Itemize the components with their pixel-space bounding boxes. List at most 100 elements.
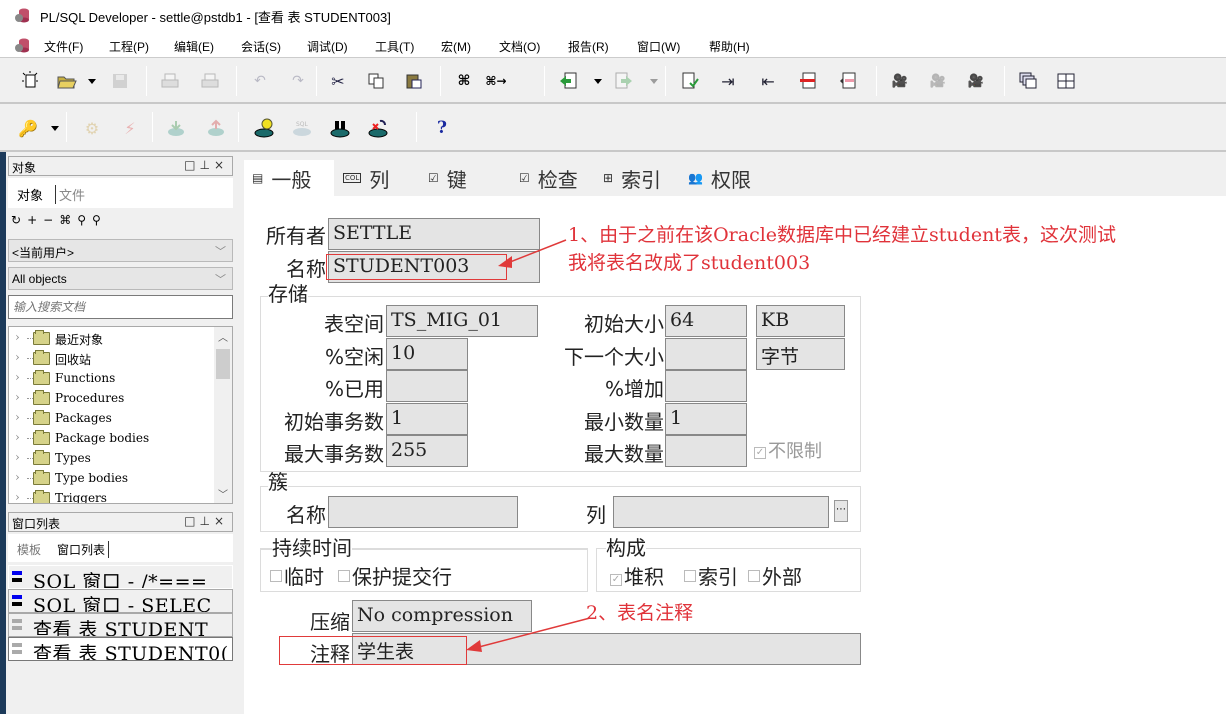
cluster-name-field[interactable] [328, 496, 518, 528]
save-as-dropdown-caret[interactable] [650, 79, 658, 84]
tab-objects[interactable]: 对象 [17, 185, 43, 204]
pct-used-field[interactable] [386, 370, 468, 402]
tab-columns[interactable]: COL 列 [335, 160, 419, 196]
open-dropdown-caret[interactable] [88, 79, 96, 84]
menu-help[interactable]: 帮助(H) [709, 38, 750, 55]
next-field[interactable] [665, 338, 747, 370]
menu-window[interactable]: 窗口(W) [637, 38, 680, 55]
tree-item[interactable]: › Type bodies [9, 469, 209, 489]
tree-item[interactable]: › Types [9, 449, 209, 469]
find-icon[interactable]: ⌘ [59, 213, 77, 227]
add-icon[interactable]: + [27, 213, 43, 227]
max-trans-field[interactable]: 255 [386, 435, 468, 467]
tile-icon[interactable] [1054, 69, 1078, 93]
next-unit-field[interactable]: 字节 [756, 338, 845, 370]
min-extents-field[interactable]: 1 [665, 403, 747, 435]
window-list-icon[interactable] [1016, 69, 1040, 93]
db-log-on-icon[interactable] [252, 116, 276, 140]
uncomment-icon[interactable] [836, 69, 860, 93]
window-list-item[interactable]: SQL 窗口 - SELEC [8, 589, 233, 613]
help-icon[interactable]: ? [430, 116, 454, 140]
pin-icon[interactable]: ⊥ [199, 514, 213, 528]
float-icon[interactable]: □ [184, 514, 199, 528]
tab-indexes[interactable]: ⊞ 索引 [595, 160, 679, 196]
load-dropdown-caret[interactable] [594, 79, 602, 84]
tab-privileges[interactable]: 👥 权限 [680, 160, 764, 196]
tab-checks[interactable]: ☑ 检查 [511, 160, 595, 196]
db-find-icon[interactable] [328, 116, 352, 140]
filter-edit-icon[interactable]: ⚲ [92, 213, 107, 227]
tree-item[interactable]: › Package bodies [9, 429, 209, 449]
tree-item[interactable]: › 回收站 [9, 349, 209, 369]
menu-file[interactable]: 文件(F) [44, 38, 83, 55]
print-preview-icon[interactable] [198, 69, 222, 93]
tab-templates[interactable]: 模板 [17, 541, 41, 558]
verify-icon[interactable] [678, 69, 702, 93]
menu-macro[interactable]: 宏(M) [441, 38, 471, 55]
menu-session[interactable]: 会话(S) [241, 38, 281, 55]
remove-icon[interactable]: − [43, 213, 59, 227]
rollback-icon[interactable] [204, 116, 228, 140]
tree-item[interactable]: › Packages [9, 409, 209, 429]
comment-icon[interactable] [796, 69, 820, 93]
ini-trans-field[interactable]: 1 [386, 403, 468, 435]
temporary-checkbox[interactable]: 临时 [270, 561, 324, 590]
save-as-icon[interactable] [612, 69, 636, 93]
open-icon[interactable] [55, 69, 79, 93]
play-macro-icon[interactable]: 🎥 [926, 69, 950, 93]
close-icon[interactable]: × [214, 158, 228, 172]
unlimited-checkbox[interactable]: ✓ 不限制 [754, 437, 822, 463]
owner-field[interactable]: SETTLE [328, 218, 540, 250]
db-disconnect-icon[interactable] [366, 116, 390, 140]
copy-icon[interactable] [364, 69, 388, 93]
preserve-rows-checkbox[interactable]: 保护提交行 [338, 561, 452, 590]
tree-scrollbar[interactable]: ︿ ﹀ [214, 327, 232, 503]
initial-field[interactable]: 64 [665, 305, 747, 337]
load-icon[interactable] [556, 69, 580, 93]
paste-icon[interactable] [402, 69, 426, 93]
key-dropdown-caret[interactable] [51, 126, 59, 131]
window-list-item-active[interactable]: 查看 表 STUDENT0( [8, 637, 233, 661]
menu-tools[interactable]: 工具(T) [375, 38, 414, 55]
unindent-icon[interactable]: ⇤ [756, 69, 780, 93]
pct-free-field[interactable]: 10 [386, 338, 468, 370]
print-icon[interactable] [158, 69, 182, 93]
app-menu-icon[interactable] [14, 37, 30, 53]
filter-icon[interactable]: ⚲ [77, 213, 92, 227]
tree-item[interactable]: › Triggers [9, 489, 209, 503]
object-type-dropdown[interactable]: All objects ﹀ [8, 267, 233, 290]
tree-item[interactable]: › 最近对象 [9, 329, 209, 349]
key-icon[interactable]: 🔑 [16, 116, 40, 140]
cluster-columns-browse-button[interactable]: ⋯ [834, 500, 848, 522]
heap-checkbox[interactable]: ✓ 堆积 [610, 561, 664, 590]
external-checkbox[interactable]: 外部 [748, 561, 802, 590]
sql-trace-icon[interactable]: SQL [290, 116, 314, 140]
tree-item[interactable]: › Functions [9, 369, 209, 389]
find-next-icon[interactable]: ⌘→ [484, 69, 508, 93]
search-input[interactable] [9, 296, 232, 318]
max-extents-field[interactable] [665, 435, 747, 467]
pct-increase-field[interactable] [665, 370, 747, 402]
break-icon[interactable]: ⚡ [118, 116, 142, 140]
cut-icon[interactable]: ✂ [326, 69, 350, 93]
compression-field[interactable]: No compression [352, 600, 532, 632]
window-list-item[interactable]: 查看 表 STUDENT [8, 613, 233, 637]
search-input-box[interactable] [8, 295, 233, 319]
execute-icon[interactable]: ⚙ [80, 116, 104, 140]
indent-icon[interactable]: ⇥ [716, 69, 740, 93]
commit-icon[interactable] [164, 116, 188, 140]
pin-icon[interactable]: ⊥ [199, 158, 213, 172]
close-icon[interactable]: × [214, 514, 228, 528]
menu-reports[interactable]: 报告(R) [568, 38, 609, 55]
menu-edit[interactable]: 编辑(E) [174, 38, 214, 55]
macro-library-icon[interactable]: 🎥 [964, 69, 988, 93]
new-icon[interactable] [18, 69, 42, 93]
tree-item[interactable]: › Procedures [9, 389, 209, 409]
menu-project[interactable]: 工程(P) [109, 38, 149, 55]
redo-icon[interactable]: ↷ [286, 69, 310, 93]
cluster-columns-field[interactable] [613, 496, 829, 528]
refresh-icon[interactable]: ↻ [11, 213, 27, 227]
tab-window-list[interactable]: 窗口列表 [57, 541, 110, 558]
record-macro-icon[interactable]: 🎥 [888, 69, 912, 93]
tab-files[interactable]: 文件 [55, 185, 85, 204]
